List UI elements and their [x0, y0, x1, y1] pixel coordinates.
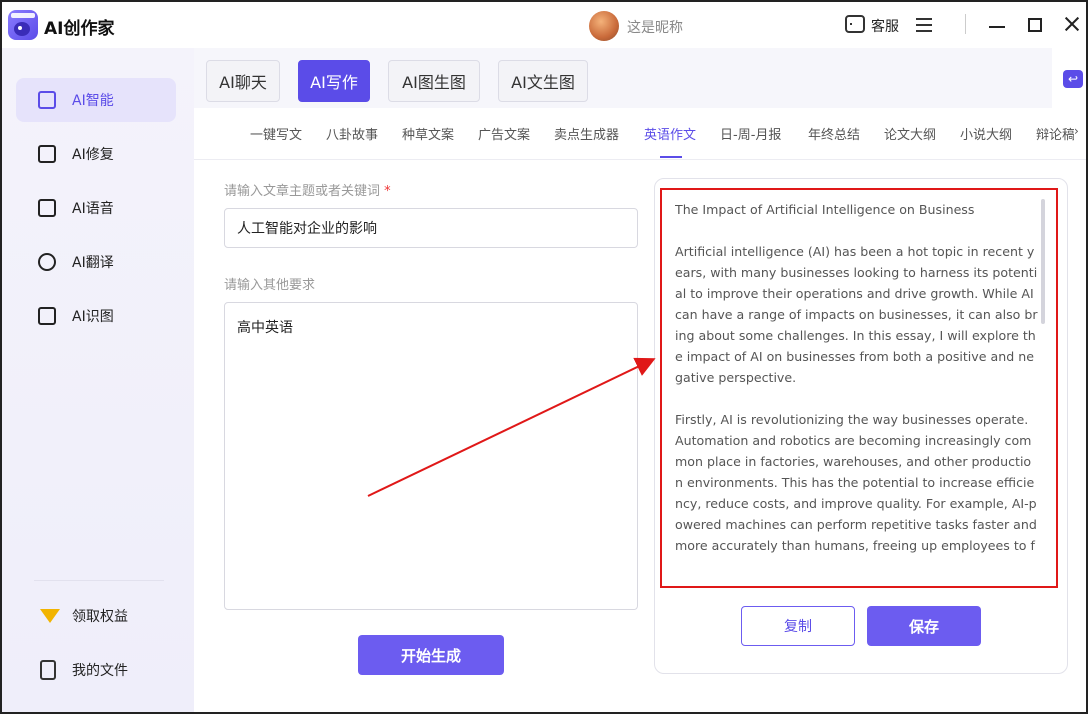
tab-ai-writing[interactable]: AI写作: [298, 60, 370, 102]
image-recognize-icon: [38, 307, 56, 325]
customer-service-label[interactable]: 客服: [871, 16, 899, 36]
sidebar-item-label: AI智能: [72, 93, 114, 109]
user-nickname[interactable]: 这是昵称: [627, 17, 683, 37]
copy-button[interactable]: 复制: [741, 606, 855, 646]
subtab-paper-outline[interactable]: 论文大纲: [884, 124, 936, 143]
subtab-ad-copy[interactable]: 广告文案: [478, 124, 530, 143]
sidebar-item-label: AI语音: [72, 201, 114, 217]
app-logo-icon: [8, 10, 38, 40]
menu-icon[interactable]: [916, 18, 932, 32]
subtab-gossip-story[interactable]: 八卦故事: [326, 124, 378, 143]
tab-ai-text-to-image[interactable]: AI文生图: [498, 60, 588, 102]
sidebar-item-label: AI识图: [72, 309, 114, 325]
sidebar: AI智能 AI修复 AI语音 AI翻译 AI识图 领取权益 我的文件: [2, 48, 194, 712]
sidebar-item-ai-repair[interactable]: AI修复: [16, 132, 176, 176]
voice-icon: [38, 199, 56, 217]
subtab-one-click-write[interactable]: 一键写文: [250, 124, 302, 143]
other-requirements-textarea[interactable]: 高中英语: [224, 302, 638, 610]
titlebar-divider: [965, 14, 966, 34]
close-icon[interactable]: [1062, 14, 1082, 34]
topic-label: 请输入文章主题或者关键词 *: [224, 184, 391, 199]
vip-icon: [40, 609, 60, 623]
other-requirements-label: 请输入其他要求: [224, 278, 316, 293]
customer-service-icon[interactable]: [845, 15, 865, 33]
sidebar-item-ai-translate[interactable]: AI翻译: [16, 240, 176, 284]
subtab-reports[interactable]: 日-周-月报: [720, 124, 781, 143]
ai-smart-icon: [38, 91, 56, 109]
subtab-debate-draft[interactable]: 辩论稿: [1036, 124, 1074, 143]
sidebar-item-ai-image-recognize[interactable]: AI识图: [16, 294, 176, 338]
tab-ai-chat[interactable]: AI聊天: [206, 60, 280, 102]
sidebar-item-label: 领取权益: [72, 609, 128, 625]
translate-icon: [38, 253, 56, 271]
repair-icon: [38, 145, 56, 163]
generate-button[interactable]: 开始生成: [358, 635, 504, 675]
sidebar-item-label: AI翻译: [72, 255, 114, 271]
writing-panel: 一键写文 八卦故事 种草文案 广告文案 卖点生成器 英语作文 日-周-月报 年终…: [194, 108, 1086, 712]
sidebar-item-my-files[interactable]: 我的文件: [16, 648, 176, 692]
subtab-seeding-copy[interactable]: 种草文案: [402, 124, 454, 143]
avatar[interactable]: [589, 11, 619, 41]
chevron-right-icon[interactable]: ›: [1074, 124, 1079, 138]
active-subtab-indicator: [660, 156, 682, 158]
minimize-icon[interactable]: [989, 26, 1005, 28]
sidebar-item-ai-smart[interactable]: AI智能: [16, 78, 176, 122]
tab-ai-image-to-image[interactable]: AI图生图: [388, 60, 480, 102]
sidebar-item-claim-benefits[interactable]: 领取权益: [16, 594, 176, 638]
back-button[interactable]: ↩: [1052, 48, 1086, 108]
save-button[interactable]: 保存: [867, 606, 981, 646]
subtab-annual-summary[interactable]: 年终总结: [808, 124, 860, 143]
topic-input[interactable]: 人工智能对企业的影响: [224, 208, 638, 248]
sidebar-item-label: 我的文件: [72, 663, 128, 679]
subtab-english-essay[interactable]: 英语作文: [644, 124, 696, 143]
file-icon: [40, 660, 56, 680]
title-bar: AI创作家 这是昵称 客服: [2, 2, 1086, 48]
app-title: AI创作家: [44, 19, 115, 39]
maximize-icon[interactable]: [1028, 18, 1042, 32]
subtab-novel-outline[interactable]: 小说大纲: [960, 124, 1012, 143]
main-area: AI聊天 AI写作 AI图生图 AI文生图 ↩ 一键写文 八卦故事 种草文案 广…: [194, 48, 1086, 712]
sidebar-item-ai-voice[interactable]: AI语音: [16, 186, 176, 230]
sidebar-divider: [34, 580, 164, 581]
app-window: AI创作家 这是昵称 客服 AI智能 AI修复 AI语音 AI翻译 AI识图 领…: [0, 0, 1088, 714]
sidebar-item-label: AI修复: [72, 147, 114, 163]
subtab-bar: 一键写文 八卦故事 种草文案 广告文案 卖点生成器 英语作文 日-周-月报 年终…: [194, 108, 1086, 160]
back-arrow-icon: ↩: [1063, 70, 1083, 88]
annotation-highlight-box: [660, 188, 1058, 588]
subtab-selling-point-generator[interactable]: 卖点生成器: [554, 124, 619, 143]
